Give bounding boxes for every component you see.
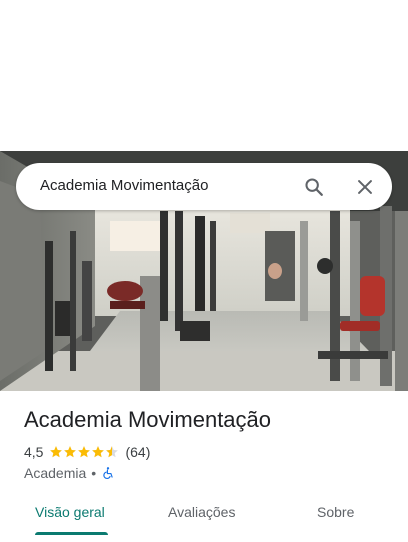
tab-about[interactable]: Sobre	[317, 504, 354, 520]
category-row: Academia •	[24, 464, 115, 482]
star-icon	[64, 446, 77, 458]
tab-bar: Visão geral Avaliações Sobre	[0, 494, 408, 536]
close-icon[interactable]	[354, 176, 376, 198]
star-icon	[50, 446, 63, 458]
rating-stars	[49, 445, 119, 459]
place-name: Academia Movimentação	[24, 407, 272, 432]
rating-row[interactable]: 4,5 (64)	[24, 443, 150, 461]
search-input[interactable]: Academia Movimentação	[40, 177, 208, 194]
rating-value: 4,5	[24, 444, 44, 460]
tab-overview[interactable]: Visão geral	[35, 504, 105, 520]
star-icon	[92, 446, 105, 458]
reviews-count: (64)	[125, 444, 151, 460]
star-icon	[78, 446, 91, 458]
separator: •	[91, 465, 97, 481]
tab-reviews[interactable]: Avaliações	[168, 504, 235, 520]
place-category: Academia	[24, 465, 87, 481]
wheelchair-icon	[101, 466, 115, 480]
search-bar[interactable]: Academia Movimentação	[16, 163, 392, 210]
search-icon[interactable]	[303, 176, 325, 198]
active-tab-indicator	[35, 532, 108, 535]
star-icon	[106, 446, 119, 458]
